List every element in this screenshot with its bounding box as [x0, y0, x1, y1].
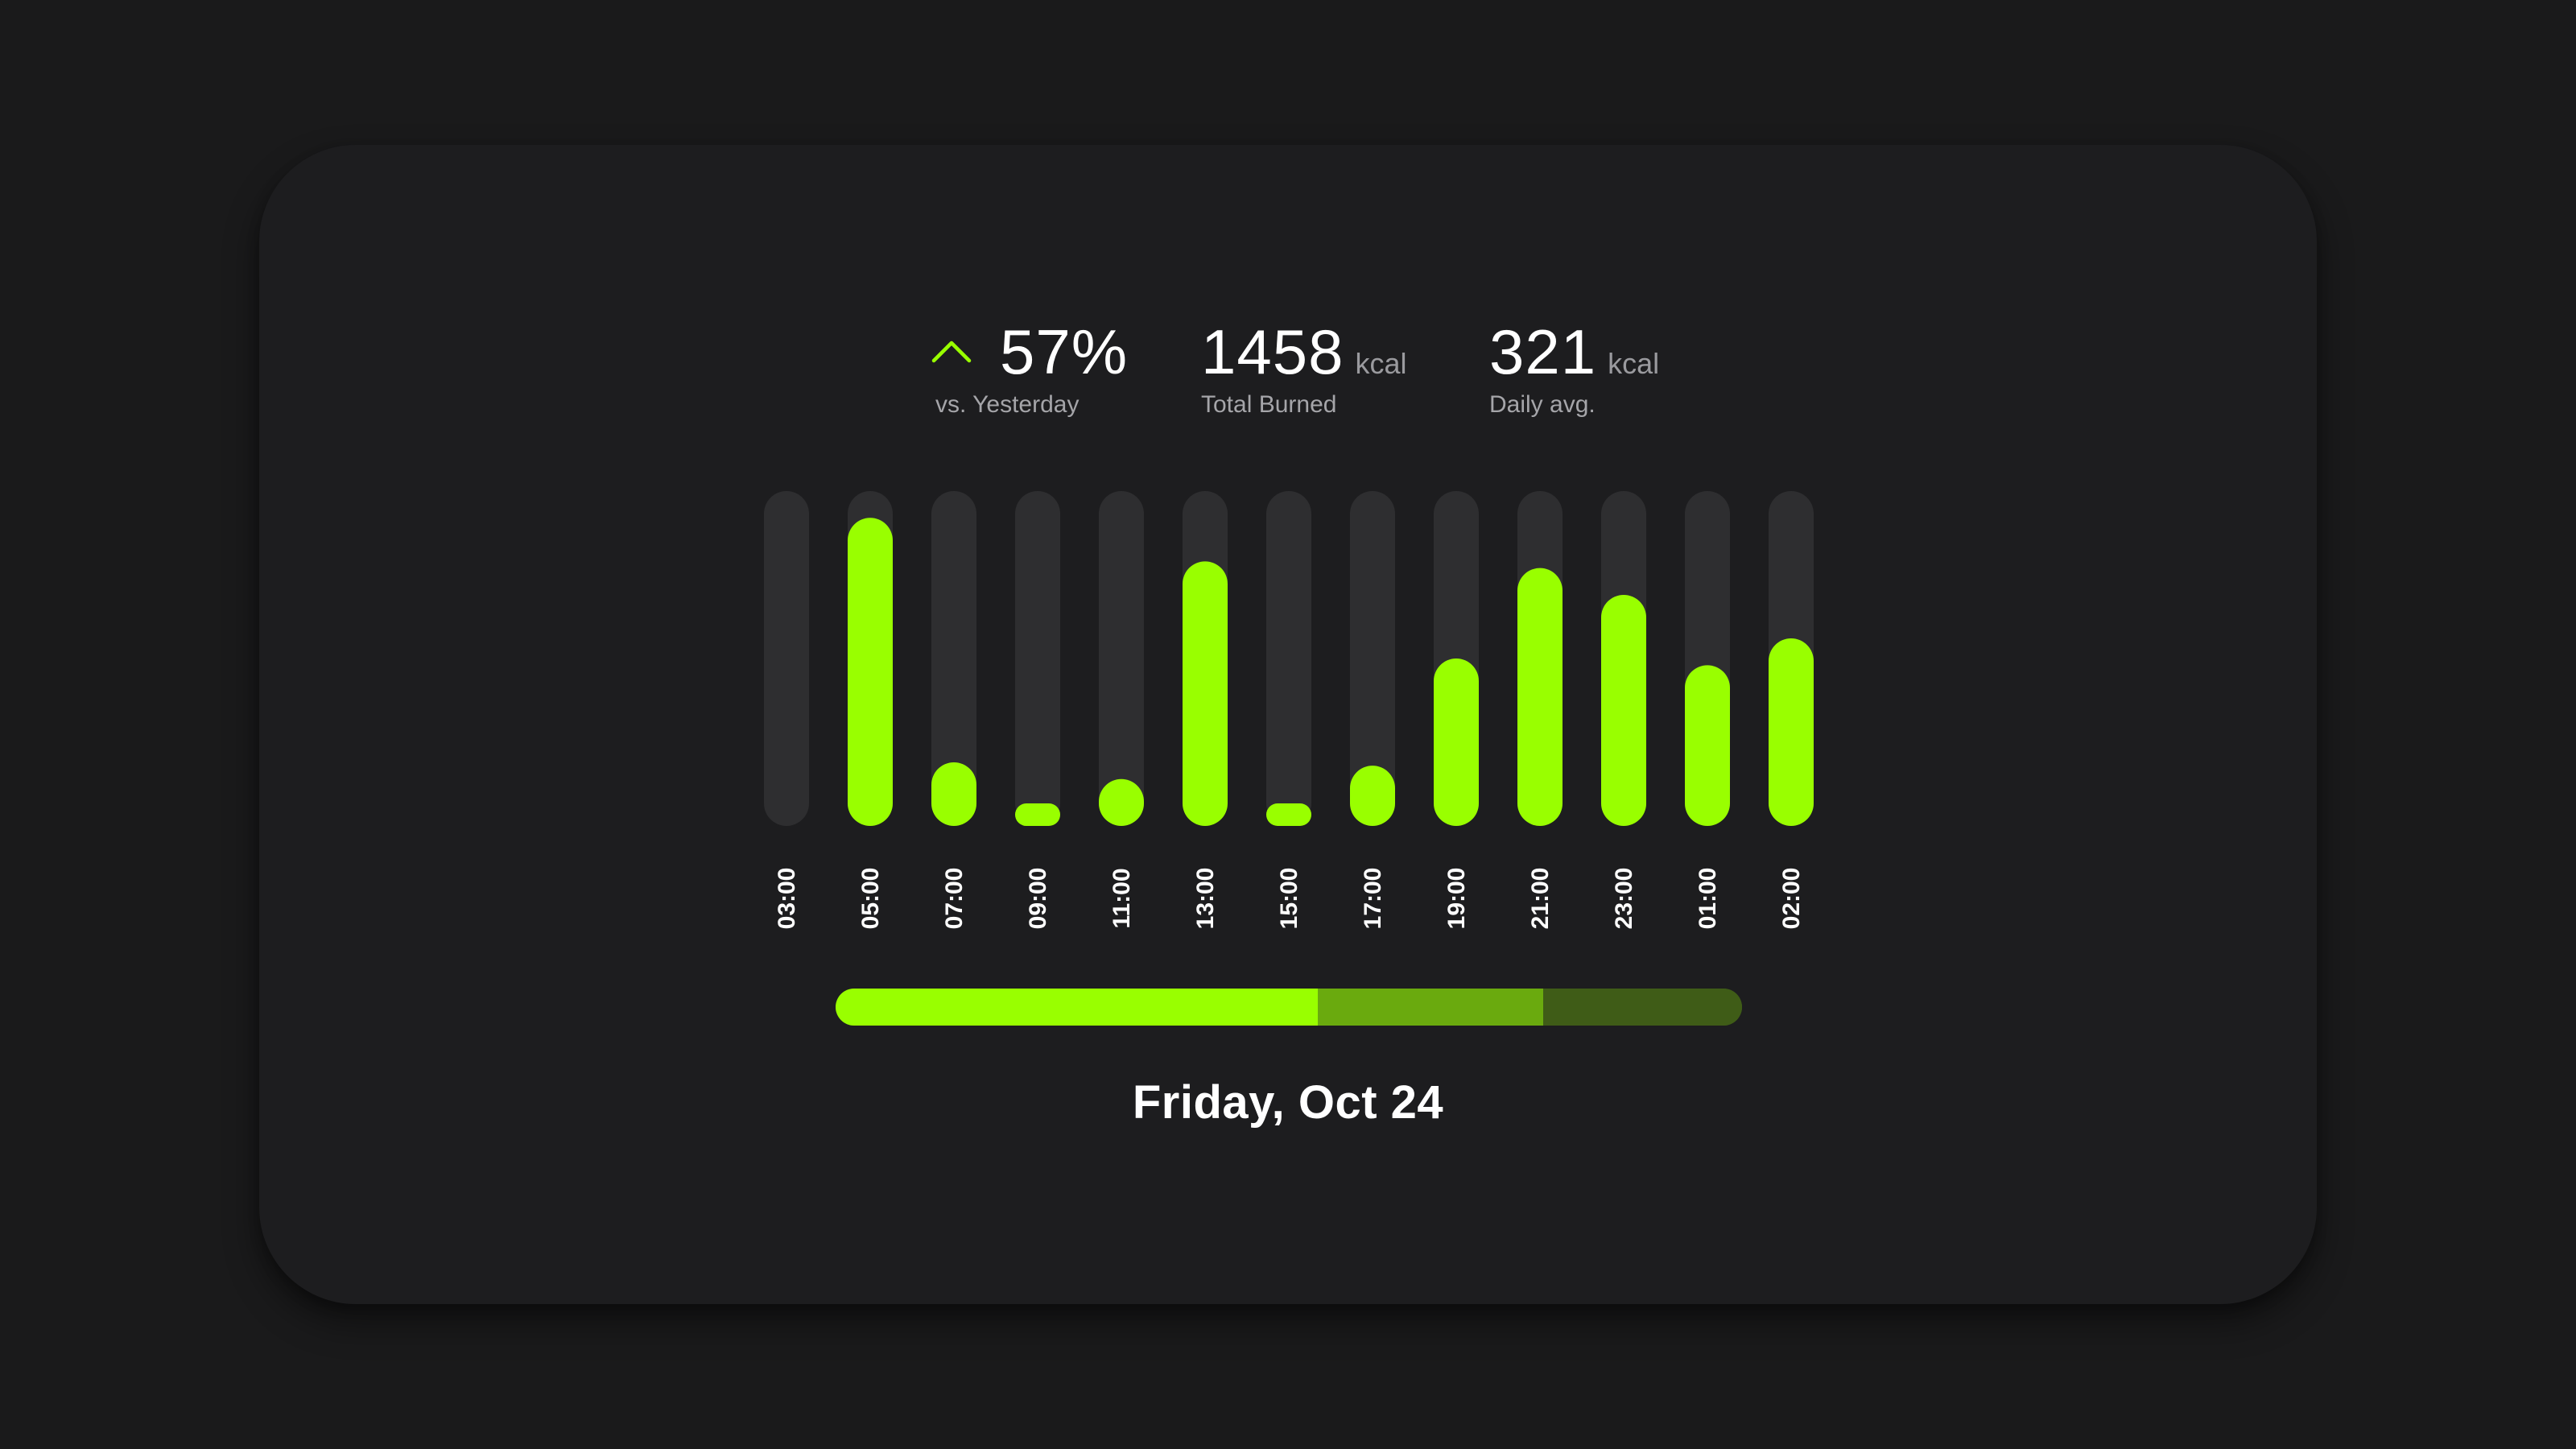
bar-05:00: [848, 518, 893, 826]
tick-label-11:00: 11:00: [1108, 868, 1135, 928]
bar-track-15:00: [1266, 491, 1311, 826]
bar-track-09:00: [1015, 491, 1060, 826]
selected-date: Friday, Oct 24: [1132, 1076, 1444, 1129]
tick-label-13:00: 13:00: [1192, 868, 1219, 930]
bar-13:00: [1183, 561, 1228, 826]
progress-segment-3: [1543, 989, 1742, 1026]
bar-17:00: [1350, 766, 1395, 826]
bar-23:00: [1601, 594, 1646, 826]
tick-label-07:00: 07:00: [941, 868, 968, 930]
hourly-calories-chart: 03:00 05:00 07:00 09:00 11:00 13:00 15:00 17:00…: [764, 491, 1814, 930]
tick-label-21:00: 21:00: [1527, 868, 1554, 930]
bar-15:00: [1266, 803, 1311, 826]
progress-segment-1: [836, 989, 1319, 1026]
tick-label-01:00: 01:00: [1695, 868, 1721, 930]
bar-track-11:00: [1099, 491, 1144, 826]
bar-11:00: [1099, 778, 1144, 826]
tick-label-02:00: 02:00: [1778, 868, 1805, 930]
tick-label-19:00: 19:00: [1443, 868, 1470, 930]
tick-label-05:00: 05:00: [857, 868, 884, 930]
daily-progress-bar: [836, 989, 1742, 1026]
bar-01:00: [1685, 665, 1730, 826]
tick-label-09:00: 09:00: [1025, 868, 1051, 930]
bar-21:00: [1517, 568, 1563, 826]
bar-09:00: [1015, 803, 1060, 826]
tick-label-15:00: 15:00: [1276, 868, 1302, 930]
progress-segment-2: [1318, 989, 1544, 1026]
tick-label-17:00: 17:00: [1360, 868, 1386, 930]
bar-07:00: [931, 762, 976, 826]
bar-02:00: [1769, 638, 1814, 826]
tick-label-23:00: 23:00: [1611, 868, 1637, 930]
bar-19:00: [1434, 658, 1479, 826]
tick-label-03:00: 03:00: [774, 868, 800, 930]
bar-track-03:00: [764, 491, 809, 826]
